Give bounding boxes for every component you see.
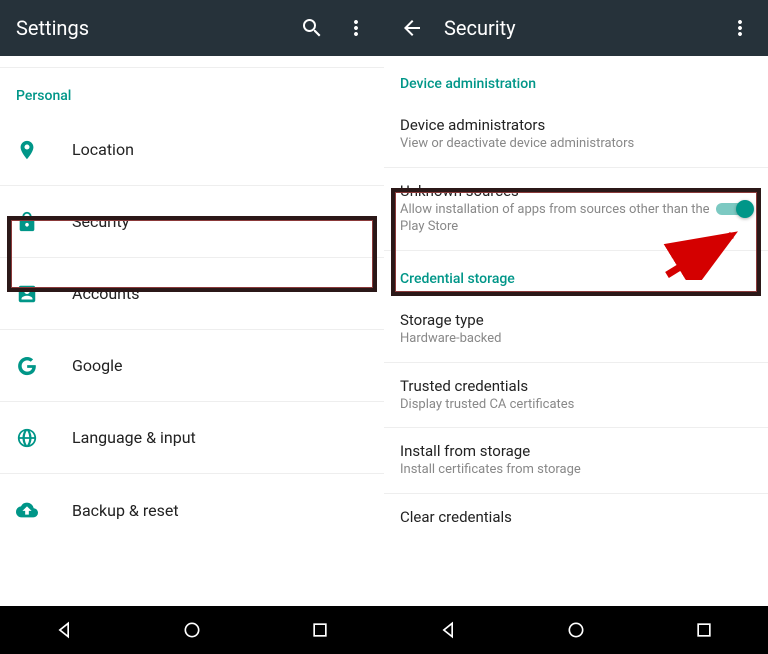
security-title: Security <box>444 16 708 40</box>
google-icon <box>16 355 56 377</box>
search-icon[interactable] <box>300 16 324 40</box>
section-device-admin: Device administration <box>384 56 768 102</box>
setting-subtitle: Hardware-backed <box>400 331 752 348</box>
nav-back-icon[interactable] <box>434 616 462 644</box>
security-appbar: Security <box>384 0 768 56</box>
item-label: Accounts <box>72 284 368 303</box>
section-personal: Personal <box>0 68 384 114</box>
back-arrow-icon[interactable] <box>400 16 424 40</box>
settings-appbar: Settings <box>0 0 384 56</box>
setting-clear-credentials[interactable]: Clear credentials <box>384 494 768 542</box>
setting-subtitle: Allow installation of apps from sources … <box>400 202 716 236</box>
unknown-sources-toggle[interactable] <box>716 199 752 219</box>
settings-item-backup[interactable]: Backup & reset <box>0 474 384 546</box>
item-label: Language & input <box>72 428 368 447</box>
setting-trusted-credentials[interactable]: Trusted credentials Display trusted CA c… <box>384 363 768 429</box>
navbar <box>0 606 384 654</box>
nav-home-icon[interactable] <box>562 616 590 644</box>
item-label: Google <box>72 356 368 375</box>
divider <box>0 56 384 68</box>
setting-storage-type[interactable]: Storage type Hardware-backed <box>384 297 768 363</box>
lock-icon <box>16 211 56 233</box>
settings-item-security[interactable]: Security <box>0 186 384 258</box>
settings-item-accounts[interactable]: Accounts <box>0 258 384 330</box>
setting-subtitle: Install certificates from storage <box>400 462 752 479</box>
nav-recent-icon[interactable] <box>306 616 334 644</box>
setting-title: Install from storage <box>400 442 752 460</box>
item-label: Backup & reset <box>72 501 368 520</box>
setting-title: Clear credentials <box>400 508 752 526</box>
section-credential-storage: Credential storage <box>384 251 768 297</box>
settings-item-location[interactable]: Location <box>0 114 384 186</box>
nav-recent-icon[interactable] <box>690 616 718 644</box>
item-label: Location <box>72 140 368 159</box>
globe-icon <box>16 427 56 449</box>
setting-subtitle: View or deactivate device administrators <box>400 136 752 153</box>
settings-title: Settings <box>16 16 280 40</box>
setting-title: Unknown sources <box>400 182 716 200</box>
setting-title: Device administrators <box>400 116 752 134</box>
settings-item-google[interactable]: Google <box>0 330 384 402</box>
setting-install-storage[interactable]: Install from storage Install certificate… <box>384 428 768 494</box>
more-icon[interactable] <box>728 16 752 40</box>
settings-item-language[interactable]: Language & input <box>0 402 384 474</box>
more-icon[interactable] <box>344 16 368 40</box>
nav-home-icon[interactable] <box>178 616 206 644</box>
setting-device-administrators[interactable]: Device administrators View or deactivate… <box>384 102 768 168</box>
account-icon <box>16 283 56 305</box>
setting-subtitle: Display trusted CA certificates <box>400 397 752 414</box>
setting-title: Trusted credentials <box>400 377 752 395</box>
setting-title: Storage type <box>400 311 752 329</box>
backup-icon <box>16 499 56 521</box>
nav-back-icon[interactable] <box>50 616 78 644</box>
location-icon <box>16 139 56 161</box>
setting-unknown-sources[interactable]: Unknown sources Allow installation of ap… <box>384 168 768 251</box>
navbar <box>384 606 768 654</box>
item-label: Security <box>72 212 368 231</box>
